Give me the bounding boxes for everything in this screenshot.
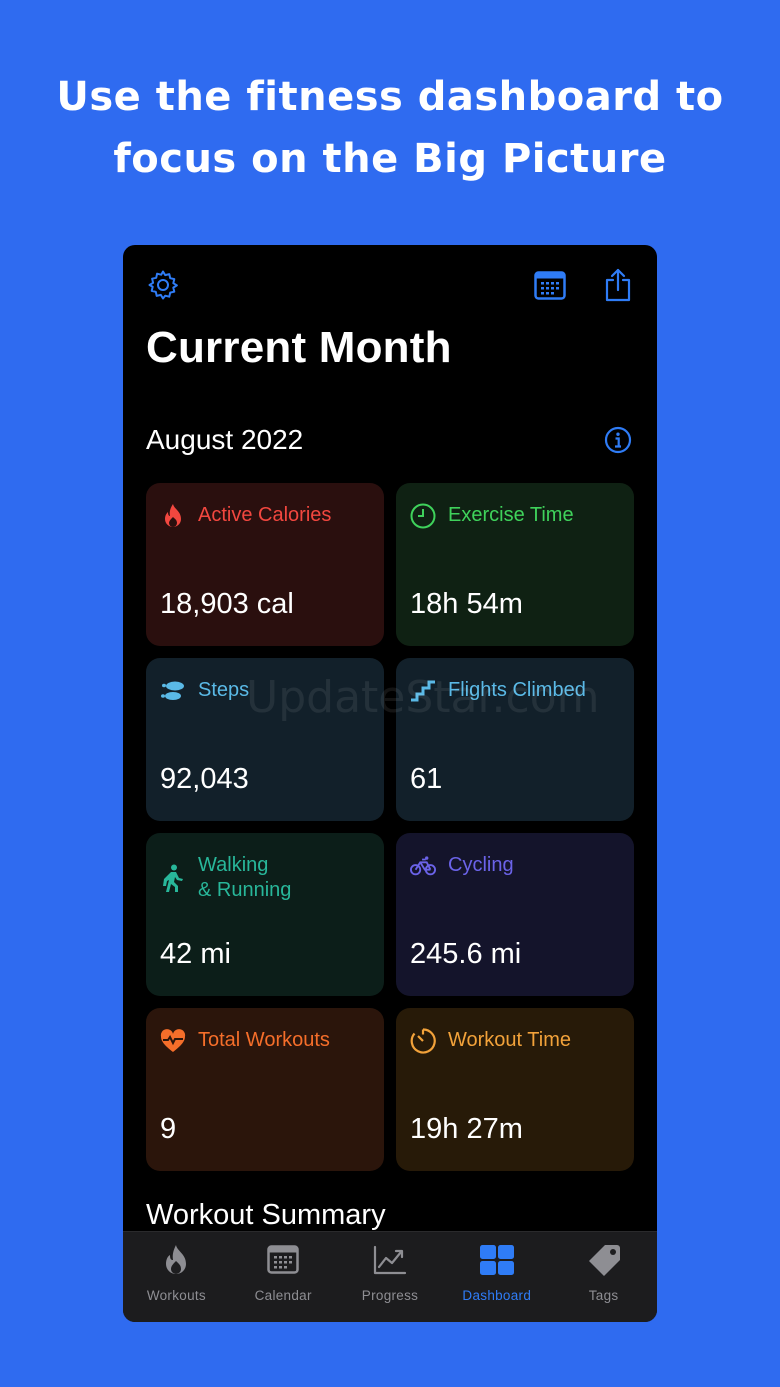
card-value: 9 [160,1113,177,1145]
tab-calendar[interactable]: Calendar [230,1232,337,1322]
footprints-icon [160,678,186,704]
card-label: Walking [198,854,269,876]
heart-pulse-icon [160,1028,186,1054]
card-label: Cycling [448,854,514,876]
month-label: August 2022 [146,424,304,455]
tab-label: Progress [361,1288,419,1303]
phone-screen: Current Month August 2022 Active Calorie… [123,245,657,1322]
card-label: Active Calories [198,504,332,526]
flame-icon [160,503,186,529]
card-steps[interactable]: Steps 92,043 [146,658,384,821]
tab-label: Tags [588,1288,619,1303]
card-label: Total Workouts [198,1029,330,1051]
tab-tags[interactable]: Tags [550,1232,657,1322]
info-icon[interactable] [604,426,632,454]
card-label-line-2: & Running [198,879,292,901]
card-workout-time[interactable]: Workout Time 19h 27m [396,1008,634,1171]
card-label: Workout Time [448,1029,571,1051]
timer-icon [410,1028,436,1054]
card-value: 61 [410,763,443,795]
calendar-icon[interactable] [534,271,566,301]
card-value: 245.6 mi [410,938,522,970]
tab-progress[interactable]: Progress [337,1232,444,1322]
page-title: Current Month [146,323,452,372]
bicycle-icon [410,853,436,879]
tab-bar: Workouts Calendar Progress Dashboard Tag… [123,1231,657,1322]
dashboard-grid-icon [479,1242,514,1278]
tab-workouts[interactable]: Workouts [123,1232,230,1322]
card-exercise-time[interactable]: Exercise Time 18h 54m [396,483,634,646]
stairs-icon [410,678,436,704]
card-label: Steps [198,679,250,701]
clock-icon [410,503,436,529]
tag-icon [587,1242,621,1278]
card-total-workouts[interactable]: Total Workouts 9 [146,1008,384,1171]
card-label: Flights Climbed [448,679,586,701]
card-active-calories[interactable]: Active Calories 18,903 cal [146,483,384,646]
card-label: Exercise Time [448,504,574,526]
chart-icon [373,1242,407,1278]
workout-summary-heading: Workout Summary [146,1199,386,1231]
tab-dashboard[interactable]: Dashboard [443,1232,550,1322]
card-walking-running[interactable]: Walking & Running 42 mi [146,833,384,996]
calendar-icon [267,1242,299,1278]
card-value: 19h 27m [410,1113,523,1145]
tab-label: Workouts [146,1288,206,1303]
headline-line-2: focus on the Big Picture [113,136,667,182]
tab-label: Dashboard [462,1288,532,1303]
card-cycling[interactable]: Cycling 245.6 mi [396,833,634,996]
tab-label: Calendar [254,1288,312,1303]
card-value: 42 mi [160,938,231,970]
card-value: 92,043 [160,763,249,795]
card-flights-climbed[interactable]: Flights Climbed 61 [396,658,634,821]
walking-figure-icon [160,864,186,892]
card-value: 18h 54m [410,588,523,620]
card-value: 18,903 cal [160,588,294,620]
gear-icon[interactable] [147,269,179,301]
headline-line-1: Use the fitness dashboard to [56,74,724,120]
headline: Use the fitness dashboard to focus on th… [0,66,780,190]
flame-icon [163,1242,189,1278]
share-icon[interactable] [603,267,633,303]
